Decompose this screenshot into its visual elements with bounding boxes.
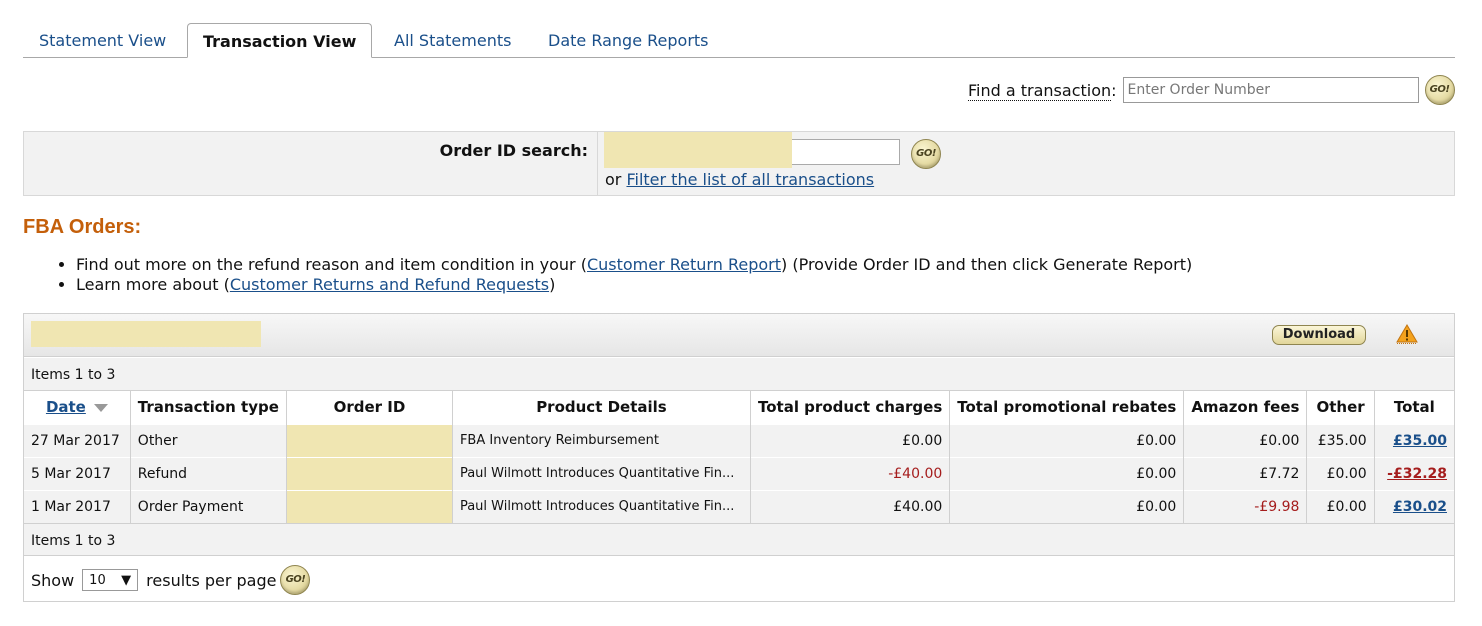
col-product-details: Product Details [452, 391, 751, 424]
cell-other: £0.00 [1306, 489, 1375, 523]
sort-down-icon[interactable] [93, 403, 108, 412]
cell-order-id-redacted [286, 489, 453, 523]
cell-order-id-redacted [286, 423, 453, 457]
col-order-id: Order ID [286, 391, 453, 424]
cell-type: Other [130, 423, 287, 457]
search-divider [597, 132, 598, 195]
order-search-go-button[interactable]: GO! [911, 139, 941, 169]
warning-icon[interactable] [1396, 324, 1418, 344]
find-transaction: Find a transaction: GO! [968, 75, 1455, 105]
cell-type: Refund [130, 456, 287, 490]
show-label: Show [31, 570, 75, 590]
cell-charges: £0.00 [750, 423, 951, 457]
table-row: 5 Mar 2017 Refund Paul Wilmott Introduce… [24, 456, 1454, 490]
transactions-table: Date Transaction type Order ID Product D… [24, 391, 1454, 523]
transactions-panel: Download Items 1 to 3 Date Transaction t… [23, 313, 1455, 602]
order-id-input[interactable] [792, 139, 900, 165]
order-id-search-panel: Order ID search: GO! or Filter the list … [23, 131, 1455, 196]
tab-statement-view[interactable]: Statement View [39, 31, 166, 50]
fba-orders-title: FBA Orders: [23, 216, 142, 238]
cell-date: 1 Mar 2017 [24, 489, 131, 523]
cell-charges: £40.00 [750, 489, 951, 523]
total-link[interactable]: -£32.28 [1387, 466, 1447, 482]
fba-info-list: Find out more on the refund reason and i… [56, 255, 1192, 295]
results-per-page-select[interactable]: 10 ▼ [82, 569, 139, 591]
cell-order-id-redacted [286, 456, 453, 490]
customer-returns-refund-link[interactable]: Customer Returns and Refund Requests [230, 275, 549, 294]
cell-fees: £0.00 [1183, 423, 1308, 457]
cell-product: Paul Wilmott Introduces Quantitative Fin… [452, 456, 751, 490]
cell-other: £35.00 [1306, 423, 1375, 457]
cell-rebates: £0.00 [949, 489, 1185, 523]
find-go-button[interactable]: GO! [1424, 75, 1455, 105]
cell-product: Paul Wilmott Introduces Quantitative Fin… [452, 489, 751, 523]
tab-bar: Statement View Transaction View All Stat… [23, 23, 1455, 58]
col-date[interactable]: Date [24, 391, 131, 424]
order-id-search-label: Order ID search: [439, 141, 588, 160]
find-transaction-input[interactable] [1122, 77, 1419, 103]
cell-other: £0.00 [1306, 456, 1375, 490]
cell-fees: £7.72 [1183, 456, 1308, 490]
table-row: 27 Mar 2017 Other FBA Inventory Reimburs… [24, 423, 1454, 457]
col-total: Total [1374, 391, 1454, 424]
col-total-product-charges: Total product charges [750, 391, 951, 424]
filter-line: or Filter the list of all transactions [605, 170, 875, 189]
find-transaction-label: Find a transaction: [968, 80, 1117, 101]
per-page-go-button[interactable]: GO! [280, 565, 311, 595]
tab-all-statements[interactable]: All Statements [394, 31, 511, 50]
col-total-promotional-rebates: Total promotional rebates [949, 391, 1185, 424]
pagination-controls: Show 10 ▼ results per page GO! [31, 565, 311, 595]
col-other: Other [1306, 391, 1375, 424]
total-link[interactable]: £30.02 [1393, 499, 1447, 515]
results-toolbar: Download [24, 314, 1454, 357]
col-transaction-type: Transaction type [130, 391, 287, 424]
tab-date-range-reports[interactable]: Date Range Reports [548, 31, 709, 50]
chevron-down-icon: ▼ [121, 572, 132, 588]
per-page-label: results per page [146, 570, 277, 590]
total-link[interactable]: £35.00 [1393, 433, 1447, 449]
cell-product: FBA Inventory Reimbursement [452, 423, 751, 457]
col-amazon-fees: Amazon fees [1183, 391, 1308, 424]
cell-date: 5 Mar 2017 [24, 456, 131, 490]
download-button[interactable]: Download [1272, 325, 1366, 345]
list-item: Learn more about (Customer Returns and R… [76, 275, 1192, 295]
cell-rebates: £0.00 [949, 423, 1185, 457]
cell-date: 27 Mar 2017 [24, 423, 131, 457]
cell-charges: -£40.00 [750, 456, 951, 490]
table-row: 1 Mar 2017 Order Payment Paul Wilmott In… [24, 489, 1454, 523]
redacted-region [604, 132, 792, 168]
list-item: Find out more on the refund reason and i… [76, 255, 1192, 275]
cell-type: Order Payment [130, 489, 287, 523]
cell-fees: -£9.98 [1183, 489, 1308, 523]
tab-transaction-view[interactable]: Transaction View [187, 23, 373, 58]
redacted-region [31, 321, 261, 347]
items-count-bottom: Items 1 to 3 [24, 523, 1454, 556]
filter-all-transactions-link[interactable]: Filter the list of all transactions [626, 170, 874, 189]
table-header-row: Date Transaction type Order ID Product D… [24, 391, 1454, 424]
customer-return-report-link[interactable]: Customer Return Report [587, 255, 781, 274]
items-count-top: Items 1 to 3 [24, 358, 1454, 391]
cell-rebates: £0.00 [949, 456, 1185, 490]
